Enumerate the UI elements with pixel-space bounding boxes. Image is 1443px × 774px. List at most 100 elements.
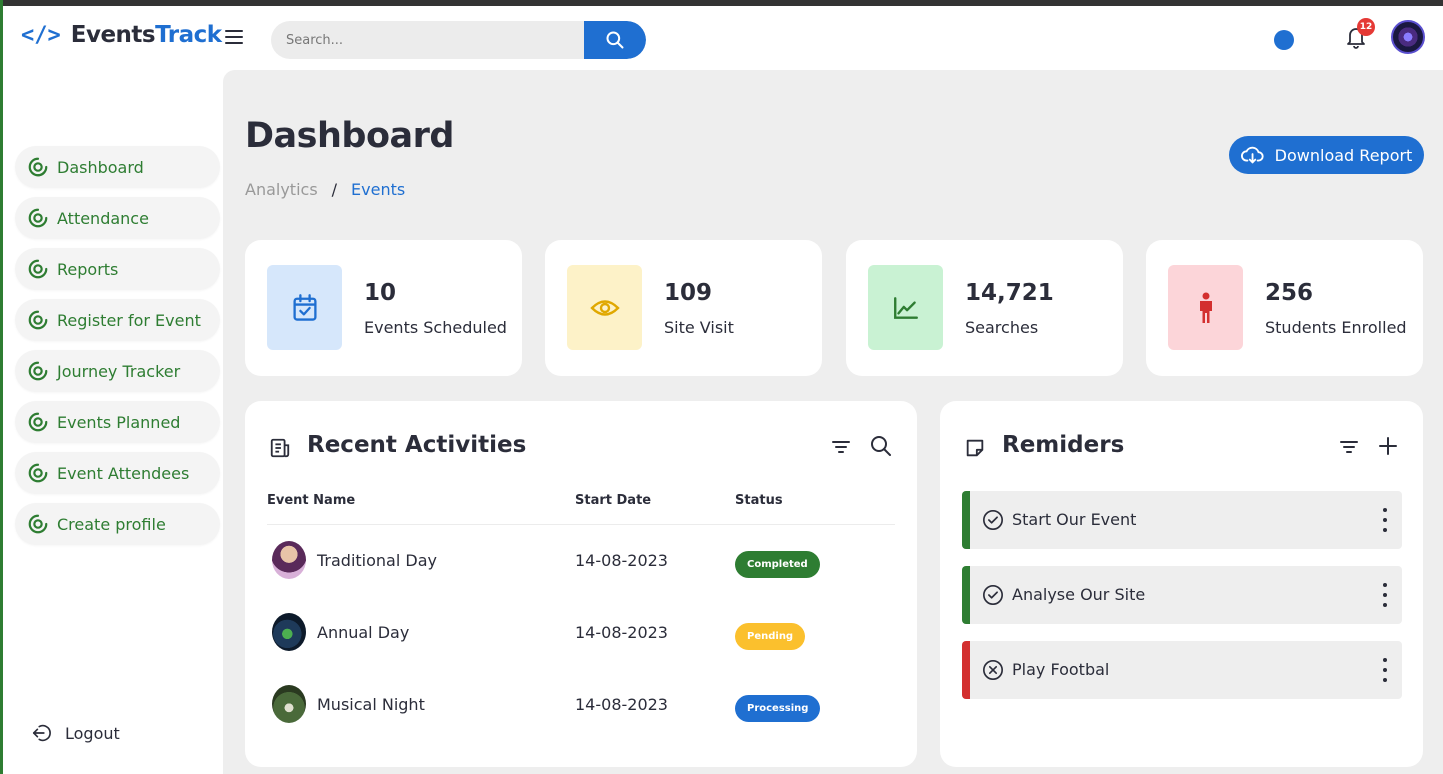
sidebar-item-label: Reports [57, 259, 119, 279]
recent-activities-title: Recent Activities [307, 432, 527, 458]
reminders-card: Remiders Start Our Event Analyse Our Sit… [940, 401, 1423, 767]
more-vertical-icon[interactable] [1382, 508, 1388, 532]
event-avatar [272, 613, 306, 651]
search-icon [606, 31, 624, 49]
sidebar-item-event-attendees[interactable]: Event Attendees [15, 452, 220, 494]
page-title: Dashboard [245, 116, 454, 156]
status-badge: Processing [735, 695, 821, 722]
check-circle-icon[interactable] [982, 509, 1004, 531]
calendar-check-icon [292, 293, 317, 321]
ring-target-icon [28, 361, 48, 381]
sidebar-item-create-profile[interactable]: Create profile [15, 503, 220, 545]
event-name: Musical Night [317, 695, 425, 714]
cloud-download-icon [1240, 146, 1264, 164]
breadcrumb-analytics[interactable]: Analytics [245, 180, 318, 199]
sidebar: Dashboard Attendance Reports Register fo… [3, 70, 223, 774]
stat-icon-box [1168, 265, 1243, 350]
sidebar-item-events-planned[interactable]: Events Planned [15, 401, 220, 443]
event-date: 14-08-2023 [575, 695, 668, 714]
ring-target-icon [28, 208, 48, 228]
add-icon[interactable] [1378, 436, 1398, 456]
sidebar-item-label: Register for Event [57, 310, 201, 330]
stat-label: Events Scheduled [364, 318, 507, 337]
trend-chart-icon [893, 296, 918, 319]
sidebar-item-journey-tracker[interactable]: Journey Tracker [15, 350, 220, 392]
stat-value: 14,721 [965, 280, 1054, 306]
more-vertical-icon[interactable] [1382, 658, 1388, 682]
sidebar-item-dashboard[interactable]: Dashboard [15, 146, 220, 188]
eye-icon [589, 299, 620, 316]
sidebar-item-attendance[interactable]: Attendance [15, 197, 220, 239]
stat-icon-box [567, 265, 642, 350]
brand-logo[interactable]: </> EventsTrack [21, 22, 222, 48]
notification-count-badge: 12 [1357, 18, 1375, 36]
event-avatar [272, 541, 306, 579]
sidebar-item-label: Dashboard [57, 157, 144, 177]
check-circle-icon[interactable] [982, 584, 1004, 606]
stat-label: Students Enrolled [1265, 318, 1407, 337]
sidebar-item-label: Event Attendees [57, 463, 190, 483]
event-avatar [272, 685, 306, 723]
sidebar-item-register-for-event[interactable]: Register for Event [15, 299, 220, 341]
table-divider [267, 524, 895, 525]
search-button[interactable] [584, 21, 646, 59]
download-report-button[interactable]: Download Report [1229, 136, 1424, 174]
column-header-status[interactable]: Status [735, 493, 783, 508]
x-circle-icon[interactable] [982, 659, 1004, 681]
reminder-text: Start Our Event [1012, 510, 1137, 529]
stat-icon-box [267, 265, 342, 350]
stat-card-searches: 14,721 Searches [846, 240, 1123, 376]
search-input[interactable] [271, 21, 583, 59]
status-badge: Pending [735, 623, 806, 650]
ring-target-icon [28, 412, 48, 432]
stat-label: Searches [965, 318, 1039, 337]
logout-label: Logout [65, 723, 120, 743]
logout-icon [32, 724, 51, 742]
breadcrumb: Analytics / Events [245, 180, 405, 199]
search-bar [271, 21, 646, 59]
brand-name-main: Events [70, 22, 156, 48]
more-vertical-icon[interactable] [1382, 583, 1388, 607]
filter-icon[interactable] [1339, 439, 1359, 455]
status-dot[interactable] [1274, 30, 1294, 50]
sidebar-item-label: Events Planned [57, 412, 181, 432]
reminder-item[interactable]: Play Footbal [962, 641, 1402, 699]
stat-card-site-visit: 109 Site Visit [545, 240, 822, 376]
ring-target-icon [28, 157, 48, 177]
ring-target-icon [28, 259, 48, 279]
event-name: Annual Day [317, 623, 410, 642]
sticky-note-icon [966, 439, 984, 457]
event-date: 14-08-2023 [575, 551, 668, 570]
main-content: Dashboard Analytics / Events Download Re… [223, 70, 1443, 774]
reminder-item[interactable]: Start Our Event [962, 491, 1402, 549]
reminder-text: Analyse Our Site [1012, 585, 1146, 604]
stat-value: 10 [364, 280, 397, 306]
reminder-text: Play Footbal [1012, 660, 1110, 679]
reminder-item[interactable]: Analyse Our Site [962, 566, 1402, 624]
document-list-icon [270, 438, 290, 458]
recent-activities-card: Recent Activities Event Name Start Date … [245, 401, 917, 767]
column-header-event-name[interactable]: Event Name [267, 493, 355, 508]
table-row[interactable]: Musical Night 14-08-2023 Processing [267, 679, 895, 729]
status-badge: Completed [735, 551, 820, 578]
table-row[interactable]: Traditional Day 14-08-2023 Completed [267, 535, 895, 585]
top-header: </> EventsTrack 12 [3, 6, 1443, 70]
ring-target-icon [28, 310, 48, 330]
hamburger-menu-icon[interactable] [225, 30, 243, 44]
event-date: 14-08-2023 [575, 623, 668, 642]
stat-label: Site Visit [664, 318, 734, 337]
sidebar-item-reports[interactable]: Reports [15, 248, 220, 290]
code-brackets-icon: </> [21, 22, 61, 48]
sidebar-item-label: Journey Tracker [57, 361, 181, 381]
stat-card-students-enrolled: 256 Students Enrolled [1146, 240, 1423, 376]
download-report-label: Download Report [1274, 145, 1413, 165]
search-icon[interactable] [869, 434, 893, 458]
column-header-start-date[interactable]: Start Date [575, 493, 651, 508]
ring-target-icon [28, 463, 48, 483]
brand-name: EventsTrack [71, 22, 222, 48]
user-avatar[interactable] [1391, 20, 1425, 54]
logout-button[interactable]: Logout [31, 722, 120, 744]
table-row[interactable]: Annual Day 14-08-2023 Pending [267, 607, 895, 657]
filter-icon[interactable] [831, 439, 851, 455]
breadcrumb-events[interactable]: Events [351, 180, 405, 199]
